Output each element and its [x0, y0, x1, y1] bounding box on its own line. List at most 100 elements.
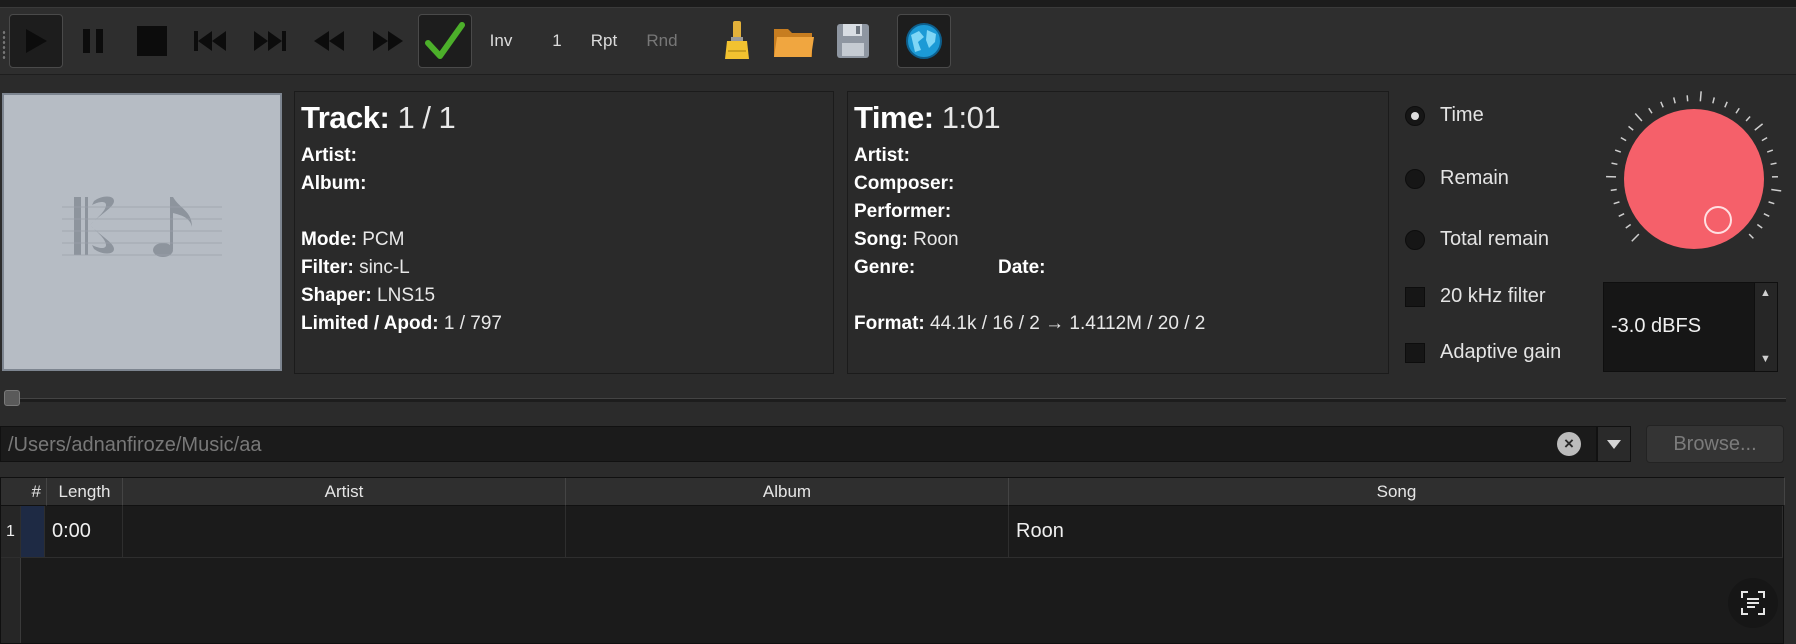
song-line: Song: Roon	[854, 229, 959, 251]
shaper-line: Shaper: LNS15	[301, 285, 435, 307]
column-header-song[interactable]: Song	[1009, 478, 1785, 506]
row-number[interactable]: 1	[1, 506, 21, 558]
checkbox-box-adaptive	[1405, 342, 1425, 363]
spin-up-icon[interactable]: ▲	[1760, 287, 1771, 299]
spinbox-arrows[interactable]: ▲ ▼	[1754, 283, 1777, 371]
table-cell-length[interactable]: 0:00	[45, 506, 123, 558]
mode-line: Mode: PCM	[301, 229, 404, 251]
mode-value: PCM	[362, 229, 405, 250]
knob-tick	[1745, 115, 1751, 122]
format-label: Format:	[854, 313, 925, 334]
stop-button[interactable]	[125, 14, 179, 68]
artist-line: Artist:	[301, 145, 357, 167]
knob-tick	[1754, 123, 1764, 131]
radio-total-remain[interactable]: Total remain	[1405, 228, 1549, 251]
radio-time[interactable]: Time	[1405, 104, 1484, 127]
previous-track-button[interactable]	[183, 14, 237, 68]
genre-line: Genre:	[854, 257, 915, 279]
open-folder-button[interactable]	[767, 14, 821, 68]
track-line: Track: 1 / 1	[301, 100, 456, 136]
single-toggle[interactable]: 1	[546, 14, 568, 68]
knob-tick	[1610, 188, 1617, 192]
checkmark-icon	[425, 22, 465, 59]
time-artist-label: Artist:	[854, 145, 910, 166]
spin-down-icon[interactable]: ▼	[1760, 353, 1771, 365]
table-cell-album[interactable]	[566, 506, 1009, 558]
fast-forward-icon	[373, 31, 403, 51]
filter-label: Filter:	[301, 257, 354, 278]
knob-tick	[1620, 137, 1627, 142]
checkbox-adaptive-label: Adaptive gain	[1440, 341, 1562, 363]
filter-value: sinc-L	[359, 257, 410, 278]
knob-tick	[1699, 91, 1702, 102]
network-button[interactable]	[897, 14, 951, 68]
skip-previous-icon	[194, 31, 226, 51]
seek-handle[interactable]	[4, 390, 20, 406]
column-header-album[interactable]: Album	[566, 478, 1009, 506]
limited-label: Limited / Apod:	[301, 313, 439, 334]
clear-path-icon[interactable]: ×	[1557, 432, 1581, 456]
playlist-table: # Length Artist Album Song 1 0:00 Roon	[0, 477, 1785, 644]
fast-forward-button[interactable]	[361, 14, 415, 68]
knob-tick	[1763, 212, 1770, 217]
knob-tick	[1724, 101, 1728, 108]
knob-tick	[1611, 162, 1618, 166]
date-line: Date:	[998, 257, 1046, 279]
album-line: Album:	[301, 173, 366, 195]
knob-tick	[1756, 223, 1763, 229]
knob-tick	[1634, 112, 1643, 122]
rewind-button[interactable]	[302, 14, 356, 68]
knob-tick	[1712, 97, 1716, 104]
time-info-panel: Time: 1:01 Artist: Composer: Performer: …	[847, 91, 1389, 374]
volume-spinbox[interactable]: -3.0 dBFS ▲ ▼	[1603, 282, 1778, 372]
seek-track[interactable]	[6, 398, 1786, 402]
knob-tick	[1672, 97, 1676, 104]
table-cell-song[interactable]: Roon	[1009, 506, 1783, 558]
random-toggle[interactable]: Rnd	[640, 14, 684, 68]
performer-label: Performer:	[854, 201, 952, 222]
format-value: 44.1k / 16 / 2 → 1.4112M / 20 / 2	[930, 313, 1206, 334]
knob-tick	[1768, 201, 1775, 205]
column-header-artist[interactable]: Artist	[123, 478, 566, 506]
row-selection-cell[interactable]	[21, 506, 45, 558]
checkbox-20khz-filter[interactable]: 20 kHz filter	[1405, 285, 1546, 308]
knob-tick	[1614, 149, 1622, 153]
next-track-button[interactable]	[243, 14, 297, 68]
column-header-length[interactable]: Length	[47, 478, 123, 506]
table-cell-artist[interactable]	[123, 506, 566, 558]
toolbar-grip[interactable]	[2, 30, 6, 60]
invert-toggle[interactable]: Inv	[480, 14, 522, 68]
save-button[interactable]	[826, 14, 880, 68]
window-top-edge	[0, 0, 1796, 8]
knob-tick	[1748, 233, 1754, 239]
knob-tick	[1766, 149, 1774, 153]
radio-remain-label: Remain	[1440, 167, 1509, 189]
play-button[interactable]	[9, 14, 63, 68]
toolbar: Inv 1 Rpt Rnd	[0, 8, 1796, 75]
browse-button[interactable]: Browse...	[1646, 425, 1784, 463]
path-input[interactable]: /Users/adnanfiroze/Music/aa	[8, 434, 261, 457]
radio-remain[interactable]: Remain	[1405, 167, 1509, 190]
clear-playlist-button[interactable]	[710, 14, 764, 68]
volume-knob[interactable]	[1604, 89, 1784, 269]
stop-icon	[137, 26, 167, 56]
path-dropdown-button[interactable]	[1597, 426, 1631, 462]
checkbox-20khz-label: 20 kHz filter	[1440, 285, 1546, 307]
pause-button[interactable]	[66, 14, 120, 68]
checkbox-box-20khz	[1405, 286, 1425, 307]
folder-icon	[774, 29, 814, 57]
path-combobox[interactable]: /Users/adnanfiroze/Music/aa	[0, 426, 1597, 462]
knob-tick	[1771, 188, 1782, 192]
rewind-icon	[314, 31, 344, 51]
confirm-toggle-button[interactable]	[418, 14, 472, 68]
song-value: Roon	[913, 229, 959, 250]
format-line: Format: 44.1k / 16 / 2 → 1.4112M / 20 / …	[854, 313, 1205, 335]
live-text-button[interactable]	[1728, 578, 1778, 628]
track-info-panel: Track: 1 / 1 Artist: Album: Mode: PCM Fi…	[294, 91, 834, 374]
knob-tick	[1613, 201, 1620, 205]
filter-line: Filter: sinc-L	[301, 257, 410, 279]
volume-value: -3.0 dBFS	[1611, 315, 1702, 337]
column-header-number[interactable]: #	[1, 478, 47, 506]
repeat-toggle[interactable]: Rpt	[582, 14, 626, 68]
checkbox-adaptive-gain[interactable]: Adaptive gain	[1405, 341, 1561, 364]
